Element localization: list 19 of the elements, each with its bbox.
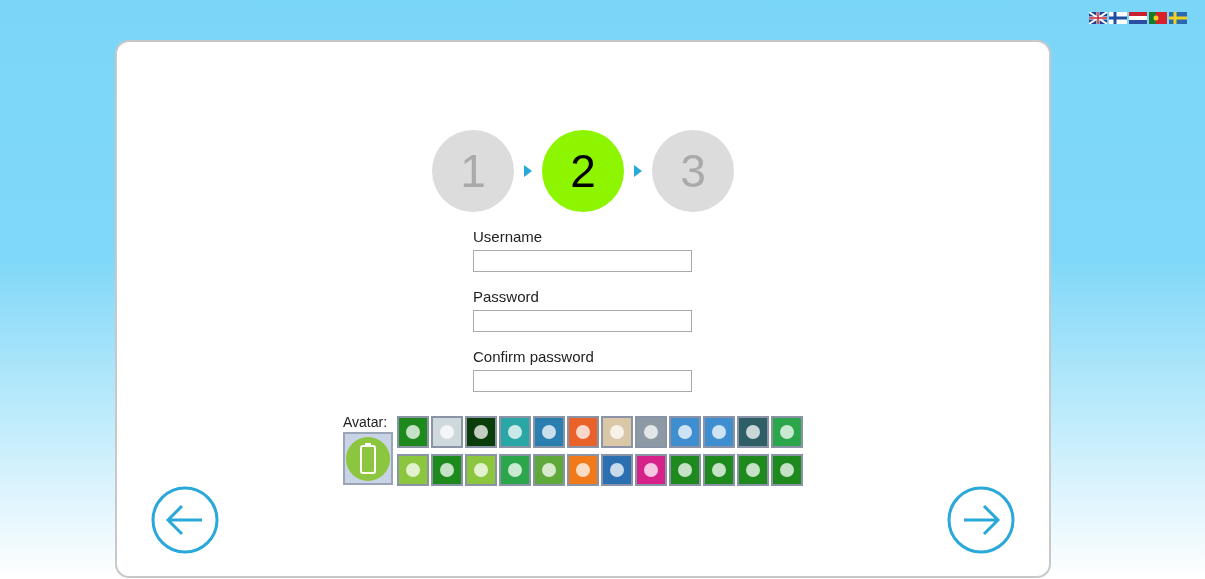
input-field[interactable]: [473, 250, 692, 272]
input-field[interactable]: [473, 370, 692, 392]
chevron-icon: [634, 165, 642, 177]
avatar-icon[interactable]: [737, 416, 769, 448]
flag-icon[interactable]: [1129, 12, 1147, 24]
field-label: Confirm password: [473, 348, 595, 366]
next-arrow-button[interactable]: [946, 485, 1016, 555]
avatar-label: Avatar:: [343, 414, 389, 430]
avatar-icon[interactable]: [635, 454, 667, 486]
input-field[interactable]: [473, 310, 692, 332]
flag-icon[interactable]: [1089, 12, 1107, 24]
field-label: Password: [473, 288, 540, 306]
flag-icon[interactable]: [1109, 12, 1127, 24]
step-indicator: 2: [542, 130, 624, 212]
avatar-icon[interactable]: [465, 416, 497, 448]
back-arrow-button[interactable]: [150, 485, 220, 555]
chevron-icon: [524, 165, 532, 177]
field-label: Username: [473, 228, 544, 246]
avatar-icon[interactable]: [601, 454, 633, 486]
